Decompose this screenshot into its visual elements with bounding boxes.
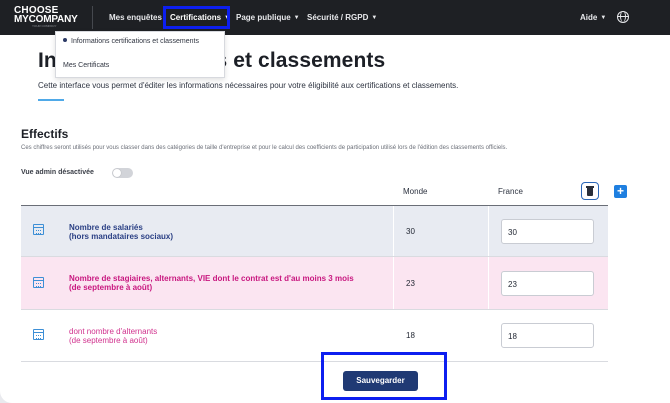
delete-column-button[interactable] [581,182,599,200]
column-divider [393,206,394,256]
nav-item-label: Sécurité / RGPD [307,13,369,22]
help-label: Aide [580,13,598,22]
title-accent-underline [38,99,64,101]
dropdown-item-label: Mes Certificats [63,62,110,69]
calendar-icon[interactable] [33,224,44,235]
france-input[interactable]: 18 [501,323,594,348]
save-button[interactable]: Sauvegarder [343,371,418,391]
trash-icon-body [587,188,593,196]
table-row: Nombre de stagiaires, alternants, VIE do… [21,257,608,310]
column-divider [488,257,489,309]
brand-logo[interactable]: CHOOSE MYCOMPANY YOUR COMPANY [14,6,78,29]
row-label-line1: Nombre de stagiaires, alternants, VIE do… [69,274,354,283]
selected-bullet-icon [63,38,67,42]
table-row: dont nombre d'alternants (de septembre à… [21,310,608,362]
nav-item-label: Mes enquêtes [109,13,162,22]
monde-value: 30 [406,227,415,236]
admin-toggle-label: Vue admin désactivée [21,169,94,176]
column-divider [488,206,489,256]
certifications-dropdown-menu: Informations certifications et classemen… [55,31,225,78]
dropdown-item-mes-certificats[interactable]: Mes Certificats [63,62,109,69]
help-menu[interactable]: Aide ▼ [580,12,606,24]
row-label-line2: (de septembre à août) [69,336,148,345]
nav-divider [92,6,93,29]
row-label-line1: dont nombre d'alternants [69,327,158,336]
chevron-down-icon: ▼ [293,15,300,21]
calendar-icon[interactable] [33,277,44,288]
column-divider [393,257,394,309]
certifications-highlight-box [163,6,230,29]
nav-item-label: Page publique [236,13,291,22]
top-navbar: CHOOSE MYCOMPANY YOUR COMPANY Mes enquêt… [0,0,670,35]
chevron-down-icon: ▼ [371,15,378,21]
row-label: Nombre de stagiaires, alternants, VIE do… [69,274,354,292]
row-label-line2: (de septembre à août) [69,283,153,292]
admin-view-toggle[interactable] [112,168,133,178]
monde-value: 23 [406,279,415,288]
nav-item-mes-enquetes[interactable]: Mes enquêtes [109,12,162,23]
toggle-knob [113,169,121,177]
france-input[interactable]: 23 [501,271,594,296]
section-title: Effectifs [21,127,69,141]
france-input[interactable]: 30 [501,219,594,244]
brand-line2: MYCOMPANY [14,14,78,25]
column-header-france: France [498,187,523,196]
calendar-icon[interactable] [33,329,44,340]
globe-icon[interactable] [617,11,629,23]
dropdown-item-label: Informations certifications et classemen… [71,38,199,45]
nav-item-page-publique[interactable]: Page publique ▼ [236,12,300,24]
row-label: Nombre de salariés (hors mandataires soc… [69,223,173,241]
row-label-line1: Nombre de salariés [69,223,143,232]
chevron-down-icon: ▼ [600,15,607,21]
page-subtitle: Cette interface vous permet d'éditer les… [38,81,459,90]
dropdown-item-informations[interactable]: Informations certifications et classemen… [63,38,199,45]
table-row: Nombre de salariés (hors mandataires soc… [21,206,608,257]
column-header-monde: Monde [403,187,428,196]
add-column-button[interactable]: + [614,185,627,198]
row-label: dont nombre d'alternants (de septembre à… [69,327,157,345]
app-window: CHOOSE MYCOMPANY YOUR COMPANY Mes enquêt… [0,0,670,403]
section-description: Ces chiffres seront utilisés pour vous c… [21,145,508,151]
row-label-line2: (hors mandataires sociaux) [69,232,174,241]
monde-value: 18 [406,331,415,340]
nav-item-securite-rgpd[interactable]: Sécurité / RGPD ▼ [307,12,377,24]
